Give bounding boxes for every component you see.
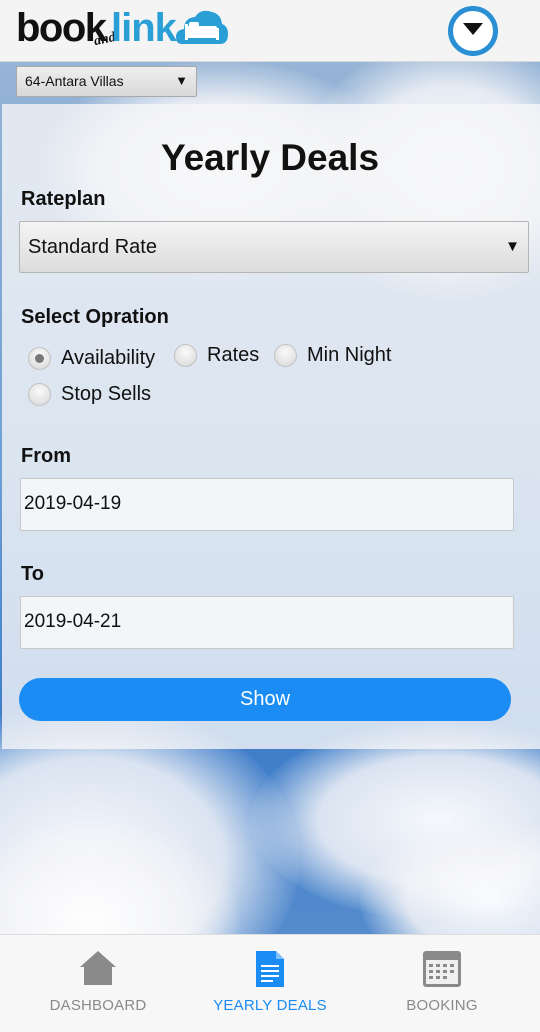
nav-label-dashboard: DASHBOARD [49,997,147,1014]
show-button[interactable]: Show [19,678,511,721]
radio-label: Stop Sells [61,383,152,405]
radio-button[interactable] [274,344,297,367]
radio-label: Rates [207,344,260,366]
rateplan-select-value: Standard Rate [28,236,157,258]
dropdown-arrow-icon: ▼ [175,73,188,88]
bottom-nav: DASHBOARD YEARLY DEALS BOOKING [0,934,540,1032]
page-title: Yearly Deals [160,137,380,178]
radio-availability[interactable]: Availability [28,347,155,370]
nav-item-dashboard[interactable]: DASHBOARD [8,935,188,1032]
bed-icon [176,8,228,53]
logo-link-text: link [111,6,177,50]
radio-stop-sells[interactable]: Stop Sells [28,383,151,406]
radio-rates[interactable]: Rates [174,344,259,367]
from-date-input[interactable]: 2019-04-19 [20,478,514,531]
caret-down-icon [462,22,484,41]
property-select[interactable]: 64-Antara Villas ▼ [16,66,197,97]
to-label: To [21,563,44,585]
logo-book-text: book [16,6,107,50]
rateplan-select[interactable]: Standard Rate ▼ [19,221,529,273]
booklink-logo: book and link [16,2,236,58]
operation-label: Select Opration [21,306,169,328]
radio-min-night[interactable]: Min Night [274,344,391,367]
calendar-icon [422,949,462,994]
property-select-value: 64-Antara Villas [25,73,124,89]
radio-label: Availability [61,347,156,369]
from-label: From [21,445,71,467]
to-date-input[interactable]: 2019-04-21 [20,596,514,649]
app-header: book and link [0,0,540,62]
menu-toggle-button[interactable] [448,6,498,56]
nav-item-booking[interactable]: BOOKING [352,935,532,1032]
nav-item-yearly-deals[interactable]: YEARLY DEALS [180,935,360,1032]
nav-label-booking: BOOKING [406,997,478,1014]
radio-button[interactable] [174,344,197,367]
radio-button-checked[interactable] [28,347,51,370]
home-icon [78,949,118,992]
radio-label: Min Night [307,344,392,366]
nav-label-yearly-deals: YEARLY DEALS [213,997,327,1014]
dropdown-arrow-icon: ▼ [505,238,520,255]
document-icon [254,949,286,994]
rateplan-label: Rateplan [21,188,106,210]
radio-button[interactable] [28,383,51,406]
